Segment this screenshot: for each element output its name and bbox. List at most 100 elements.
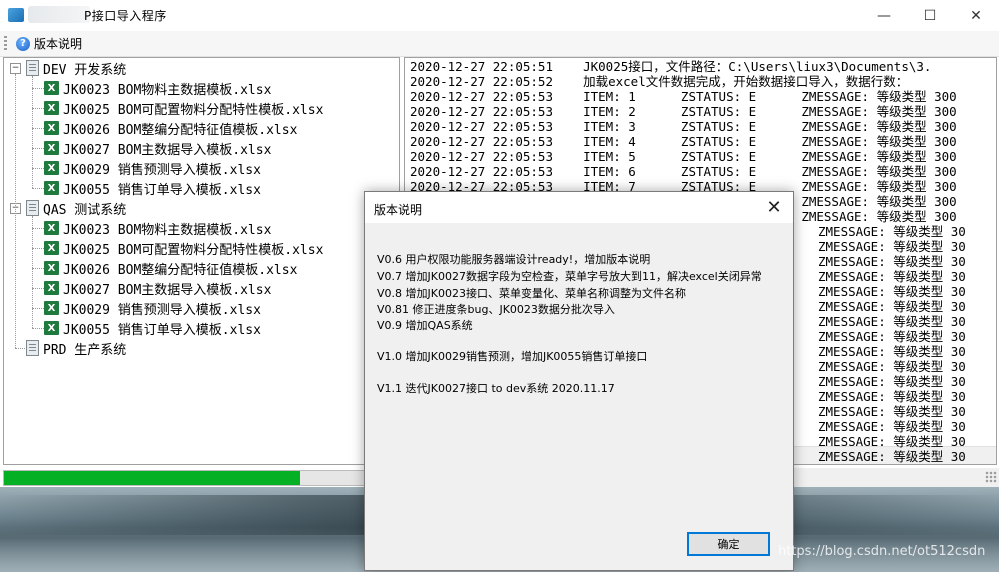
tree-connector bbox=[32, 228, 44, 229]
tree-item-label: JK0027 BOM主数据导入模板.xlsx bbox=[63, 142, 272, 158]
system-tree[interactable]: − DEV 开发系统 X JK0023 BOM物料主数据模板.xlsx X JK0025 … bbox=[3, 57, 400, 465]
tree-item-label: JK0029 销售预测导入模板.xlsx bbox=[63, 162, 261, 178]
tree-item[interactable]: X JK0026 BOM整编分配特征值模板.xlsx bbox=[44, 258, 297, 278]
excel-file-icon: X bbox=[44, 221, 59, 235]
tree-connector bbox=[32, 268, 44, 269]
tree-connector bbox=[32, 308, 44, 309]
log-line-overflow: ZMESSAGE: 等级类型 30 bbox=[818, 299, 966, 314]
tree-connector bbox=[32, 328, 44, 329]
log-line-overflow: ZMESSAGE: 等级类型 30 bbox=[818, 254, 966, 269]
version-info-button[interactable]: ? 版本说明 bbox=[12, 33, 86, 54]
toolbar: ? 版本说明 bbox=[0, 31, 999, 57]
tree-connector bbox=[32, 248, 44, 249]
log-line-overflow: ZMESSAGE: 等级类型 30 bbox=[818, 239, 966, 254]
tree-item[interactable]: X JK0023 BOM物料主数据模板.xlsx bbox=[44, 78, 271, 98]
excel-file-icon: X bbox=[44, 241, 59, 255]
log-line: 2020-12-27 22:05:53 ITEM: 1 ZSTATUS: E Z… bbox=[410, 89, 957, 104]
tree-item-label: JK0023 BOM物料主数据模板.xlsx bbox=[63, 82, 272, 98]
help-icon: ? bbox=[16, 36, 30, 51]
tree-connector bbox=[32, 88, 44, 89]
tree-item[interactable]: X JK0023 BOM物料主数据模板.xlsx bbox=[44, 218, 271, 238]
log-line-overflow: ZMESSAGE: 等级类型 30 bbox=[818, 284, 966, 299]
tree-system-1[interactable]: QAS 测试系统 bbox=[26, 198, 126, 218]
log-line: 2020-12-27 22:05:53 ITEM: 4 ZSTATUS: E Z… bbox=[410, 134, 957, 149]
tree-item-label: JK0027 BOM主数据导入模板.xlsx bbox=[63, 282, 272, 298]
progress-fill bbox=[4, 471, 301, 485]
version-note-line: V0.9 增加QAS系统 bbox=[377, 319, 473, 332]
tree-item-label: JK0025 BOM可配置物料分配特性模板.xlsx bbox=[63, 242, 324, 258]
excel-file-icon: X bbox=[44, 281, 59, 295]
tree-connector bbox=[32, 216, 33, 328]
log-line: 2020-12-27 22:05:51 JK0025接口，文件路径：C:\Use… bbox=[410, 59, 932, 74]
log-line: 2020-12-27 22:05:53 ITEM: 2 ZSTATUS: E Z… bbox=[410, 104, 957, 119]
dialog-title-bar[interactable]: 版本说明 ✕ bbox=[365, 192, 793, 223]
excel-file-icon: X bbox=[44, 161, 59, 175]
excel-file-icon: X bbox=[44, 301, 59, 315]
tree-item[interactable]: X JK0029 销售预测导入模板.xlsx bbox=[44, 158, 261, 178]
tree-connector bbox=[32, 76, 33, 188]
version-dialog: 版本说明 ✕ V0.6 用户权限功能服务器端设计ready!，增加版本说明 V0.… bbox=[364, 191, 794, 571]
version-note-line: V1.1 迭代JK0027接口 to dev系统 2020.11.17 bbox=[377, 382, 615, 395]
log-line-overflow: ZMESSAGE: 等级类型 30 bbox=[818, 224, 966, 239]
log-line-overflow: ZMESSAGE: 等级类型 30 bbox=[818, 329, 966, 344]
title-bar[interactable]: P接口导入程序 — ☐ ✕ bbox=[0, 0, 999, 31]
window-title: P接口导入程序 bbox=[84, 9, 167, 23]
tree-item[interactable]: X JK0055 销售订单导入模板.xlsx bbox=[44, 178, 261, 198]
log-line-overflow: ZMESSAGE: 等级类型 30 bbox=[818, 434, 966, 449]
tree-item[interactable]: X JK0025 BOM可配置物料分配特性模板.xlsx bbox=[44, 98, 323, 118]
dialog-close-button[interactable]: ✕ bbox=[761, 196, 787, 220]
tree-item[interactable]: X JK0027 BOM主数据导入模板.xlsx bbox=[44, 138, 271, 158]
tree-item[interactable]: X JK0055 销售订单导入模板.xlsx bbox=[44, 318, 261, 338]
system-node-icon bbox=[26, 200, 39, 216]
excel-file-icon: X bbox=[44, 321, 59, 335]
maximize-button[interactable]: ☐ bbox=[907, 0, 953, 31]
log-line-overflow: ZMESSAGE: 等级类型 30 bbox=[818, 404, 966, 419]
version-note-line: V0.81 修正进度条bug、JK0023数据分批次导入 bbox=[377, 303, 615, 316]
log-line-overflow: ZMESSAGE: 等级类型 30 bbox=[818, 344, 966, 359]
log-line-overflow: ZMESSAGE: 等级类型 30 bbox=[818, 359, 966, 374]
tree-system-0[interactable]: DEV 开发系统 bbox=[26, 58, 126, 78]
version-note-line: V0.6 用户权限功能服务器端设计ready!，增加版本说明 bbox=[377, 253, 651, 266]
minimize-button[interactable]: — bbox=[861, 0, 907, 31]
version-info-label: 版本说明 bbox=[34, 37, 83, 51]
tree-connector bbox=[32, 148, 44, 149]
excel-file-icon: X bbox=[44, 261, 59, 275]
tree-item-label: JK0025 BOM可配置物料分配特性模板.xlsx bbox=[63, 102, 324, 118]
excel-file-icon: X bbox=[44, 121, 59, 135]
resize-grip[interactable] bbox=[985, 471, 997, 483]
title-redaction bbox=[28, 6, 90, 23]
tree-item[interactable]: X JK0026 BOM整编分配特征值模板.xlsx bbox=[44, 118, 297, 138]
progress-bar bbox=[3, 470, 400, 486]
tree-system-label: PRD 生产系统 bbox=[43, 342, 127, 358]
watermark: https://blog.csdn.net/ot512csdn bbox=[778, 544, 986, 559]
app-icon bbox=[8, 8, 24, 22]
tree-system-label: DEV 开发系统 bbox=[43, 62, 127, 78]
tree-system-2[interactable]: PRD 生产系统 bbox=[26, 338, 126, 358]
ok-button[interactable]: 确定 bbox=[687, 532, 770, 556]
log-line-overflow: ZMESSAGE: 等级类型 30 bbox=[818, 374, 966, 389]
log-line-overflow: ZMESSAGE: 等级类型 30 bbox=[818, 419, 966, 434]
log-line: 2020-12-27 22:05:52 加载excel文件数据完成，开始数据接口… bbox=[410, 74, 909, 89]
log-line-overflow: ZMESSAGE: 等级类型 30 bbox=[818, 464, 966, 465]
tree-item-label: JK0029 销售预测导入模板.xlsx bbox=[63, 302, 261, 318]
toolbar-grip[interactable] bbox=[4, 36, 7, 51]
tree-item[interactable]: X JK0025 BOM可配置物料分配特性模板.xlsx bbox=[44, 238, 323, 258]
close-button[interactable]: ✕ bbox=[953, 0, 999, 31]
dialog-title: 版本说明 bbox=[374, 203, 423, 217]
tree-connector bbox=[32, 188, 44, 189]
tree-item-label: JK0023 BOM物料主数据模板.xlsx bbox=[63, 222, 272, 238]
excel-file-icon: X bbox=[44, 141, 59, 155]
system-node-icon bbox=[26, 60, 39, 76]
log-line-overflow: ZMESSAGE: 等级类型 30 bbox=[818, 389, 966, 404]
tree-expander[interactable]: − bbox=[10, 63, 21, 74]
tree-connector bbox=[32, 168, 44, 169]
tree-connector bbox=[32, 128, 44, 129]
log-line-overflow: ZMESSAGE: 等级类型 30 bbox=[818, 314, 966, 329]
log-line: 2020-12-27 22:05:53 ITEM: 3 ZSTATUS: E Z… bbox=[410, 119, 957, 134]
log-line-overflow: ZMESSAGE: 等级类型 30 bbox=[818, 449, 966, 464]
excel-file-icon: X bbox=[44, 181, 59, 195]
tree-item-label: JK0026 BOM整编分配特征值模板.xlsx bbox=[63, 122, 298, 138]
tree-item[interactable]: X JK0027 BOM主数据导入模板.xlsx bbox=[44, 278, 271, 298]
tree-item-label: JK0026 BOM整编分配特征值模板.xlsx bbox=[63, 262, 298, 278]
tree-item[interactable]: X JK0029 销售预测导入模板.xlsx bbox=[44, 298, 261, 318]
